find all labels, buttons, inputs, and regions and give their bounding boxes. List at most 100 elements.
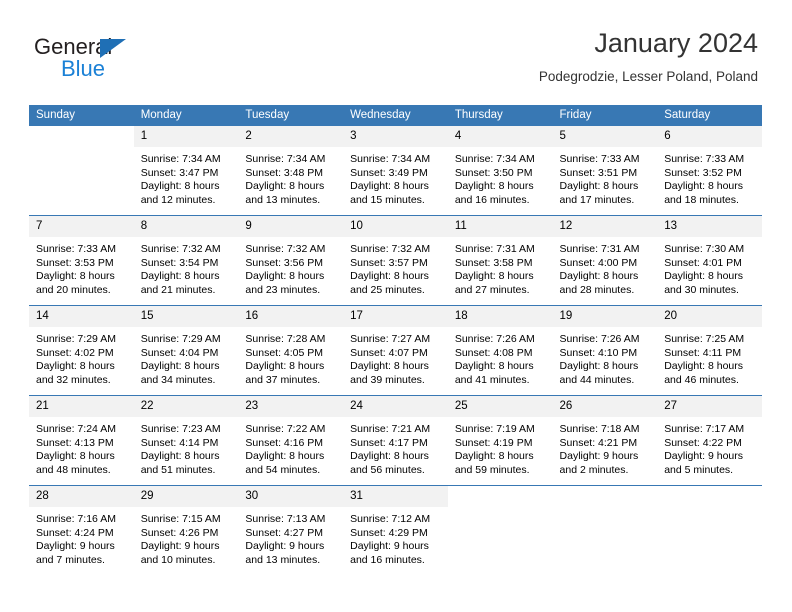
day-cell[interactable]: 10 Sunrise: 7:32 AM Sunset: 3:57 PM Dayl…	[343, 215, 448, 306]
sunrise-text: Sunrise: 7:34 AM	[140, 153, 221, 165]
day-cell[interactable]: 1 Sunrise: 7:34 AM Sunset: 3:47 PM Dayli…	[133, 126, 239, 216]
day-cell[interactable]: 25 Sunrise: 7:19 AM Sunset: 4:19 PM Dayl…	[447, 395, 553, 486]
day-details: Sunrise: 7:28 AM Sunset: 4:05 PM Dayligh…	[238, 327, 343, 387]
day-cell[interactable]: 24 Sunrise: 7:21 AM Sunset: 4:17 PM Dayl…	[343, 395, 448, 486]
day-cell[interactable]: 31 Sunrise: 7:12 AM Sunset: 4:29 PM Dayl…	[343, 485, 448, 575]
day-cell[interactable]: 27 Sunrise: 7:17 AM Sunset: 4:22 PM Dayl…	[657, 395, 762, 486]
day-cell-empty	[552, 485, 658, 575]
sunrise-text: Sunrise: 7:24 AM	[36, 423, 116, 435]
day-cell[interactable]: 11 Sunrise: 7:31 AM Sunset: 3:58 PM Dayl…	[447, 215, 553, 306]
daylight-text-line1: Daylight: 8 hours	[454, 270, 534, 283]
day-details: Sunrise: 7:12 AM Sunset: 4:29 PM Dayligh…	[343, 507, 448, 567]
day-cell[interactable]: 28 Sunrise: 7:16 AM Sunset: 4:24 PM Dayl…	[29, 485, 134, 575]
daylight-text-line2: and 37 minutes.	[245, 373, 321, 386]
day-details: Sunrise: 7:31 AM Sunset: 3:58 PM Dayligh…	[448, 237, 553, 297]
day-details: Sunrise: 7:30 AM Sunset: 4:01 PM Dayligh…	[657, 237, 762, 297]
daylight-text-line2: and 20 minutes.	[36, 283, 111, 296]
day-cell[interactable]: 3 Sunrise: 7:34 AM Sunset: 3:49 PM Dayli…	[343, 126, 448, 216]
daylight-text-line2: and 25 minutes.	[350, 283, 425, 296]
day-details: Sunrise: 7:29 AM Sunset: 4:04 PM Dayligh…	[134, 327, 239, 387]
daylight-text-line1: Daylight: 8 hours	[245, 360, 325, 373]
day-cell[interactable]: 7 Sunrise: 7:33 AM Sunset: 3:53 PM Dayli…	[29, 215, 134, 306]
daylight-text-line1: Daylight: 8 hours	[454, 360, 534, 373]
calendar-week-row: 28 Sunrise: 7:16 AM Sunset: 4:24 PM Dayl…	[29, 485, 762, 575]
daylight-text-line1: Daylight: 9 hours	[350, 540, 429, 553]
daylight-text-line1: Daylight: 8 hours	[559, 180, 639, 193]
day-details: Sunrise: 7:33 AM Sunset: 3:53 PM Dayligh…	[29, 237, 134, 297]
day-details: Sunrise: 7:31 AM Sunset: 4:00 PM Dayligh…	[553, 237, 658, 297]
day-details: Sunrise: 7:34 AM Sunset: 3:47 PM Dayligh…	[134, 147, 239, 207]
daylight-text-line2: and 16 minutes.	[350, 553, 425, 566]
day-number: 4	[447, 126, 553, 147]
day-cell[interactable]: 13 Sunrise: 7:30 AM Sunset: 4:01 PM Dayl…	[657, 215, 762, 306]
sunrise-text: Sunrise: 7:13 AM	[245, 513, 326, 525]
day-details: Sunrise: 7:13 AM Sunset: 4:27 PM Dayligh…	[238, 507, 343, 567]
daylight-text-line1: Daylight: 8 hours	[559, 360, 639, 373]
weekday-header-wednesday: Wednesday	[343, 105, 448, 126]
day-cell[interactable]: 30 Sunrise: 7:13 AM Sunset: 4:27 PM Dayl…	[238, 485, 344, 575]
day-number: 14	[29, 306, 134, 327]
day-cell[interactable]: 21 Sunrise: 7:24 AM Sunset: 4:13 PM Dayl…	[29, 395, 134, 486]
day-number: 26	[552, 396, 658, 417]
sunrise-text: Sunrise: 7:32 AM	[140, 243, 221, 255]
daylight-text-line1: Daylight: 8 hours	[245, 180, 325, 193]
day-details: Sunrise: 7:34 AM Sunset: 3:48 PM Dayligh…	[238, 147, 343, 207]
daylight-text-line1: Daylight: 8 hours	[454, 180, 534, 193]
day-cell[interactable]: 8 Sunrise: 7:32 AM Sunset: 3:54 PM Dayli…	[133, 215, 239, 306]
daylight-text-line2: and 51 minutes.	[140, 463, 216, 476]
day-cell[interactable]: 4 Sunrise: 7:34 AM Sunset: 3:50 PM Dayli…	[447, 126, 553, 216]
day-cell[interactable]: 29 Sunrise: 7:15 AM Sunset: 4:26 PM Dayl…	[133, 485, 239, 575]
sunrise-text: Sunrise: 7:31 AM	[559, 243, 640, 255]
daylight-text-line2: and 13 minutes.	[245, 553, 321, 566]
daylight-text-line1: Daylight: 8 hours	[140, 270, 220, 283]
day-cell[interactable]: 15 Sunrise: 7:29 AM Sunset: 4:04 PM Dayl…	[133, 305, 239, 396]
daylight-text-line1: Daylight: 8 hours	[245, 270, 325, 283]
daylight-text-line2: and 23 minutes.	[245, 283, 321, 296]
daylight-text-line1: Daylight: 8 hours	[350, 360, 429, 373]
day-cell[interactable]: 2 Sunrise: 7:34 AM Sunset: 3:48 PM Dayli…	[238, 126, 344, 216]
sunset-text: Sunset: 3:56 PM	[245, 256, 324, 269]
weekday-header-monday: Monday	[133, 105, 239, 126]
day-number: 7	[29, 216, 134, 237]
day-cell[interactable]: 17 Sunrise: 7:27 AM Sunset: 4:07 PM Dayl…	[343, 305, 448, 396]
sunset-text: Sunset: 4:05 PM	[245, 346, 324, 359]
sunrise-text: Sunrise: 7:29 AM	[140, 333, 221, 345]
daylight-text-line1: Daylight: 8 hours	[350, 270, 429, 283]
page-subtitle: Podegrodzie, Lesser Poland, Poland	[538, 69, 758, 84]
day-cell[interactable]: 14 Sunrise: 7:29 AM Sunset: 4:02 PM Dayl…	[29, 305, 134, 396]
day-cell[interactable]: 19 Sunrise: 7:26 AM Sunset: 4:10 PM Dayl…	[552, 305, 658, 396]
day-cell[interactable]: 12 Sunrise: 7:31 AM Sunset: 4:00 PM Dayl…	[552, 215, 658, 306]
sunset-text: Sunset: 4:02 PM	[36, 346, 114, 359]
sunrise-text: Sunrise: 7:22 AM	[245, 423, 326, 435]
day-cell[interactable]: 20 Sunrise: 7:25 AM Sunset: 4:11 PM Dayl…	[657, 305, 762, 396]
sunrise-text: Sunrise: 7:33 AM	[664, 153, 745, 165]
day-details: Sunrise: 7:19 AM Sunset: 4:19 PM Dayligh…	[448, 417, 553, 477]
day-cell[interactable]: 9 Sunrise: 7:32 AM Sunset: 3:56 PM Dayli…	[238, 215, 344, 306]
day-cell[interactable]: 16 Sunrise: 7:28 AM Sunset: 4:05 PM Dayl…	[238, 305, 344, 396]
day-number: 19	[552, 306, 658, 327]
day-cell[interactable]: 5 Sunrise: 7:33 AM Sunset: 3:51 PM Dayli…	[552, 126, 658, 216]
sunset-text: Sunset: 4:01 PM	[664, 256, 742, 269]
day-details: Sunrise: 7:26 AM Sunset: 4:08 PM Dayligh…	[448, 327, 553, 387]
day-cell[interactable]: 26 Sunrise: 7:18 AM Sunset: 4:21 PM Dayl…	[552, 395, 658, 486]
generalblue-logo[interactable]: General Blue	[34, 34, 244, 92]
sunrise-text: Sunrise: 7:34 AM	[245, 153, 326, 165]
sunset-text: Sunset: 4:29 PM	[350, 526, 428, 539]
sunrise-text: Sunrise: 7:27 AM	[350, 333, 431, 345]
calendar-week-row: 7 Sunrise: 7:33 AM Sunset: 3:53 PM Dayli…	[29, 215, 762, 306]
sunset-text: Sunset: 4:04 PM	[140, 346, 219, 359]
day-cell[interactable]: 18 Sunrise: 7:26 AM Sunset: 4:08 PM Dayl…	[447, 305, 553, 396]
sunrise-text: Sunrise: 7:17 AM	[664, 423, 745, 435]
day-number	[447, 486, 553, 507]
calendar-page: General Blue January 2024 Podegrodzie, L…	[0, 0, 792, 612]
day-number: 22	[133, 396, 239, 417]
day-number	[657, 486, 762, 507]
day-cell[interactable]: 23 Sunrise: 7:22 AM Sunset: 4:16 PM Dayl…	[238, 395, 344, 486]
sunset-text: Sunset: 3:48 PM	[245, 166, 324, 179]
daylight-text-line2: and 41 minutes.	[454, 373, 530, 386]
day-cell[interactable]: 6 Sunrise: 7:33 AM Sunset: 3:52 PM Dayli…	[657, 126, 762, 216]
day-cell[interactable]: 22 Sunrise: 7:23 AM Sunset: 4:14 PM Dayl…	[133, 395, 239, 486]
sunset-text: Sunset: 3:58 PM	[454, 256, 533, 269]
day-details: Sunrise: 7:27 AM Sunset: 4:07 PM Dayligh…	[343, 327, 448, 387]
daylight-text-line1: Daylight: 9 hours	[140, 540, 220, 553]
